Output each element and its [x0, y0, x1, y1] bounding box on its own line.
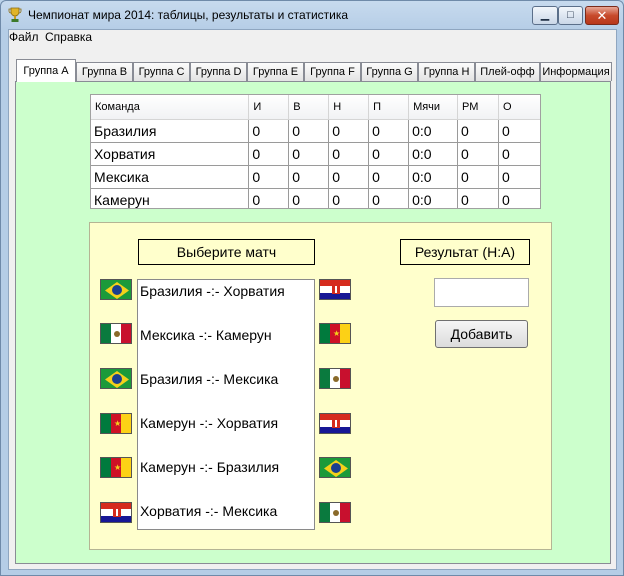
table-header-row: Команда И В Н П Мячи РМ О	[91, 95, 540, 120]
title-bar[interactable]: Чемпионат мира 2014: таблицы, результаты…	[1, 1, 623, 29]
match-list[interactable]: Бразилия -:- Хорватия Мексика -:- Камеру…	[137, 279, 315, 530]
column-header-won[interactable]: В	[288, 95, 330, 120]
client-area: Файл Справка Группа A Группа B Группа C …	[8, 29, 617, 570]
cell[interactable]: 0	[368, 119, 410, 143]
cell[interactable]: 0	[288, 165, 330, 189]
tab-group-e[interactable]: Группа E	[247, 62, 304, 81]
menu-help[interactable]: Справка	[45, 30, 92, 44]
brazil-flag-icon	[319, 457, 351, 478]
app-window: Чемпионат мира 2014: таблицы, результаты…	[0, 0, 624, 576]
cell[interactable]: 0	[328, 165, 370, 189]
tab-group-d[interactable]: Группа D	[190, 62, 247, 81]
cell-team[interactable]: Камерун	[91, 188, 250, 208]
select-match-label: Выберите матч	[138, 239, 315, 265]
cell[interactable]: 0	[457, 119, 499, 143]
cell[interactable]: 0	[288, 119, 330, 143]
mexico-flag-icon	[319, 368, 351, 389]
brazil-flag-icon	[100, 368, 132, 389]
maximize-button[interactable]: □	[558, 6, 583, 25]
cell[interactable]: 0	[328, 188, 370, 208]
match-entry-panel: Выберите матч Результат (H:A) Бразилия -…	[89, 222, 552, 550]
close-icon: ✕	[596, 8, 608, 23]
cell[interactable]: 0	[498, 165, 540, 189]
cell[interactable]: 0	[368, 142, 410, 166]
match-item[interactable]: Камерун -:- Бразилия	[140, 459, 279, 475]
close-button[interactable]: ✕	[585, 6, 619, 25]
mexico-flag-icon	[100, 323, 132, 344]
cameroon-flag-icon: ★	[100, 413, 132, 434]
cell[interactable]: 0	[457, 165, 499, 189]
column-header-goal-diff[interactable]: РМ	[457, 95, 499, 120]
maximize-icon: □	[567, 9, 574, 21]
croatia-flag-icon	[319, 413, 351, 434]
cell[interactable]: 0	[248, 119, 290, 143]
cell[interactable]: 0	[288, 188, 330, 208]
cell[interactable]: 0	[288, 142, 330, 166]
column-header-lost[interactable]: П	[368, 95, 410, 120]
column-header-goals[interactable]: Мячи	[408, 95, 459, 120]
table-row[interactable]: Камерун 0 0 0 0 0:0 0 0	[91, 188, 540, 208]
cameroon-flag-icon: ★	[100, 457, 132, 478]
mexico-flag-icon	[319, 502, 351, 523]
cameroon-flag-icon: ★	[319, 323, 351, 344]
tab-group-f[interactable]: Группа F	[304, 62, 361, 81]
column-header-played[interactable]: И	[248, 95, 290, 120]
cell[interactable]: 0	[498, 119, 540, 143]
menu-bar: Файл Справка	[9, 30, 616, 46]
cell[interactable]: 0	[368, 188, 410, 208]
tab-group-h[interactable]: Группа H	[418, 62, 475, 81]
menu-file[interactable]: Файл	[9, 30, 39, 44]
match-item[interactable]: Бразилия -:- Хорватия	[140, 283, 285, 299]
cell[interactable]: 0	[248, 165, 290, 189]
cell[interactable]: 0	[328, 119, 370, 143]
cell[interactable]: 0	[457, 142, 499, 166]
match-item[interactable]: Мексика -:- Камерун	[140, 327, 272, 343]
cell-team[interactable]: Хорватия	[91, 142, 250, 166]
match-item[interactable]: Хорватия -:- Мексика	[140, 503, 277, 519]
tab-playoff[interactable]: Плей-офф	[475, 62, 540, 81]
cell[interactable]: 0:0	[408, 188, 459, 208]
table-row[interactable]: Хорватия 0 0 0 0 0:0 0 0	[91, 142, 540, 166]
match-item[interactable]: Бразилия -:- Мексика	[140, 371, 278, 387]
window-title: Чемпионат мира 2014: таблицы, результаты…	[28, 8, 349, 22]
croatia-flag-icon	[319, 279, 351, 300]
cell[interactable]: 0:0	[408, 119, 459, 143]
add-button[interactable]: Добавить	[435, 320, 528, 348]
minimize-button[interactable]: ▁	[532, 6, 558, 25]
minimize-icon: ▁	[540, 9, 550, 21]
match-item[interactable]: Камерун -:- Хорватия	[140, 415, 278, 431]
trophy-icon	[8, 7, 22, 23]
column-header-points[interactable]: О	[498, 95, 540, 120]
cell-team[interactable]: Мексика	[91, 165, 250, 189]
cell[interactable]: 0	[498, 142, 540, 166]
table-row[interactable]: Бразилия 0 0 0 0 0:0 0 0	[91, 119, 540, 143]
cell[interactable]: 0	[368, 165, 410, 189]
column-header-drawn[interactable]: Н	[328, 95, 370, 120]
brazil-flag-icon	[100, 279, 132, 300]
croatia-flag-icon	[100, 502, 132, 523]
cell[interactable]: 0	[498, 188, 540, 208]
group-a-panel: Команда И В Н П Мячи РМ О Бразилия 0 0 0…	[15, 81, 611, 564]
cell[interactable]: 0:0	[408, 142, 459, 166]
cell-team[interactable]: Бразилия	[91, 119, 250, 143]
result-input[interactable]	[434, 278, 529, 307]
tab-group-a[interactable]: Группа A	[16, 59, 76, 82]
table-row[interactable]: Мексика 0 0 0 0 0:0 0 0	[91, 165, 540, 189]
tab-group-g[interactable]: Группа G	[361, 62, 418, 81]
result-label: Результат (H:A)	[400, 239, 530, 265]
tab-group-b[interactable]: Группа B	[76, 62, 133, 81]
tab-info[interactable]: Информация	[540, 62, 612, 81]
tab-group-c[interactable]: Группа C	[133, 62, 190, 81]
standings-table[interactable]: Команда И В Н П Мячи РМ О Бразилия 0 0 0…	[90, 94, 541, 209]
cell[interactable]: 0	[457, 188, 499, 208]
cell[interactable]: 0	[248, 188, 290, 208]
cell[interactable]: 0:0	[408, 165, 459, 189]
cell[interactable]: 0	[328, 142, 370, 166]
cell[interactable]: 0	[248, 142, 290, 166]
column-header-team[interactable]: Команда	[91, 95, 250, 120]
